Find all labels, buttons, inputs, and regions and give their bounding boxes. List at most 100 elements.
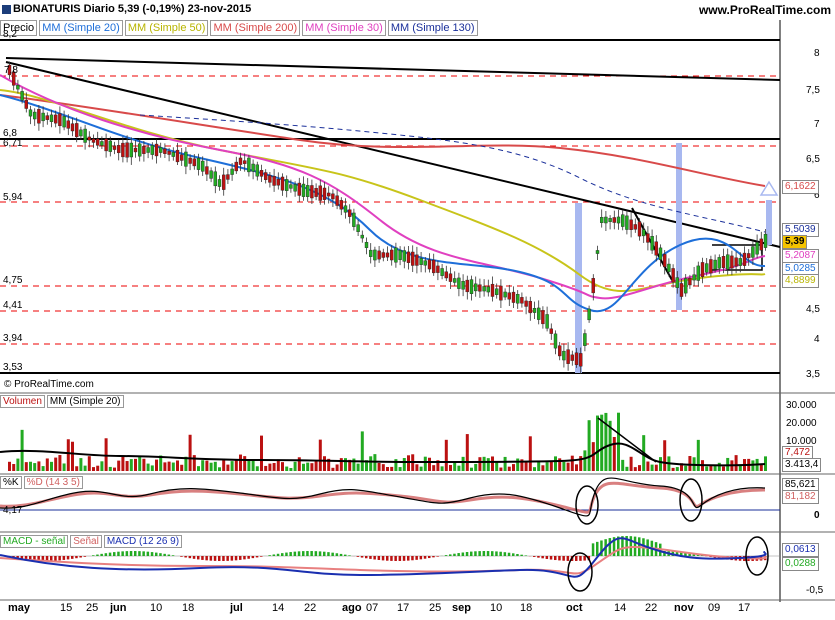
candle bbox=[74, 123, 79, 138]
candle bbox=[730, 255, 734, 269]
left-label-6-71: 6,71 bbox=[3, 138, 23, 149]
macd-histogram-bar bbox=[541, 556, 544, 559]
candle bbox=[625, 215, 629, 230]
volume-bar bbox=[264, 465, 268, 471]
volume-bar bbox=[482, 456, 486, 471]
trendline-long bbox=[5, 57, 781, 81]
vol-axis-20000: 20.000 bbox=[786, 418, 817, 429]
volume-bar bbox=[100, 461, 104, 471]
candle bbox=[314, 188, 318, 197]
volume-bar bbox=[205, 460, 209, 471]
volume-bar bbox=[146, 463, 150, 471]
candle bbox=[209, 170, 213, 179]
volume-bar bbox=[213, 461, 217, 471]
candle bbox=[465, 279, 469, 293]
candle bbox=[616, 216, 621, 224]
stoch-d-line bbox=[0, 481, 766, 514]
candle bbox=[490, 283, 495, 297]
candle bbox=[322, 187, 327, 200]
candle bbox=[45, 115, 49, 120]
legend-stoch-d[interactable]: %D (14 3 5) bbox=[23, 476, 83, 489]
volume-bar bbox=[587, 420, 591, 471]
candle bbox=[167, 150, 171, 155]
candle bbox=[503, 291, 507, 298]
volume-bar bbox=[222, 460, 226, 471]
left-label-3-53: 3,53 bbox=[3, 362, 23, 373]
chart-canvas[interactable] bbox=[0, 0, 835, 620]
candle bbox=[579, 353, 583, 367]
macd-histogram-bar bbox=[134, 551, 137, 556]
volume-bar bbox=[268, 463, 272, 471]
legend-volume-ma[interactable]: MM (Simple 20) bbox=[46, 395, 124, 408]
volume-bar bbox=[671, 467, 675, 471]
macd-histogram-bar bbox=[331, 552, 334, 556]
macd-histogram-bar bbox=[348, 555, 351, 556]
volume-bar bbox=[688, 456, 692, 471]
volume-bar bbox=[138, 455, 142, 471]
candle bbox=[705, 263, 709, 273]
candle bbox=[423, 260, 427, 266]
macd-histogram-bar bbox=[54, 556, 57, 561]
macd-histogram-bar bbox=[533, 556, 536, 557]
macd-histogram-bar bbox=[398, 556, 402, 561]
legend-macd[interactable]: MACD (12 26 9) bbox=[103, 535, 183, 548]
macd-histogram-bar bbox=[562, 556, 565, 561]
candle bbox=[226, 174, 230, 180]
macd-histogram-bar bbox=[327, 552, 330, 556]
legend-macd-signal[interactable]: Señal bbox=[70, 535, 102, 548]
candle bbox=[583, 333, 587, 346]
volume-bar bbox=[386, 467, 389, 471]
volume-bar bbox=[646, 461, 650, 471]
volume-bar bbox=[491, 456, 494, 471]
volume-bar bbox=[738, 465, 742, 471]
candle bbox=[297, 182, 301, 196]
macd-histogram-bar bbox=[201, 556, 204, 560]
macd-histogram-bar bbox=[579, 556, 582, 561]
candle bbox=[108, 140, 113, 152]
volume-bar bbox=[654, 464, 658, 471]
macd-histogram-bar bbox=[461, 552, 465, 556]
copyright: © ProRealTime.com bbox=[4, 379, 94, 390]
candle bbox=[179, 154, 184, 161]
candle bbox=[574, 352, 579, 365]
candle bbox=[327, 192, 331, 197]
macd-histogram-bar bbox=[79, 556, 82, 558]
volume-bar bbox=[524, 461, 528, 471]
candle bbox=[62, 116, 66, 128]
price-axis-6-5: 6,5 bbox=[806, 154, 820, 165]
legend-macd-diff[interactable]: MACD - señal bbox=[0, 535, 69, 548]
candle bbox=[755, 242, 759, 255]
stoch-axis-0: 0 bbox=[814, 510, 820, 521]
candle bbox=[747, 253, 751, 259]
volume-bar bbox=[331, 467, 335, 471]
x-day: 17 bbox=[738, 602, 751, 614]
volume-bar bbox=[591, 442, 595, 471]
volume-bar bbox=[440, 466, 444, 471]
left-label-4-75: 4,75 bbox=[3, 275, 23, 286]
candle bbox=[532, 307, 537, 313]
candle bbox=[129, 142, 134, 158]
candle bbox=[709, 259, 713, 274]
volume-bar bbox=[398, 467, 402, 471]
volume-bar bbox=[201, 460, 205, 471]
volume-bar bbox=[407, 455, 410, 471]
candle bbox=[146, 147, 150, 153]
candle bbox=[205, 166, 209, 175]
candle bbox=[352, 212, 356, 227]
macd-histogram-bar bbox=[159, 553, 162, 556]
volume-bar bbox=[66, 439, 70, 471]
macd-histogram-bar bbox=[323, 551, 326, 556]
macd-histogram-bar bbox=[310, 551, 313, 556]
macd-histogram-bar bbox=[373, 556, 376, 560]
candle bbox=[192, 158, 197, 167]
candle bbox=[310, 185, 314, 199]
candle bbox=[440, 268, 444, 276]
volume-bar bbox=[402, 458, 406, 471]
candle bbox=[570, 354, 574, 361]
candle bbox=[763, 233, 768, 248]
volume-bar bbox=[276, 459, 280, 471]
legend-stoch-k[interactable]: %K bbox=[0, 476, 22, 489]
legend-volume[interactable]: Volumen bbox=[0, 395, 45, 408]
macd-histogram-bar bbox=[591, 543, 595, 556]
candle bbox=[553, 333, 558, 349]
